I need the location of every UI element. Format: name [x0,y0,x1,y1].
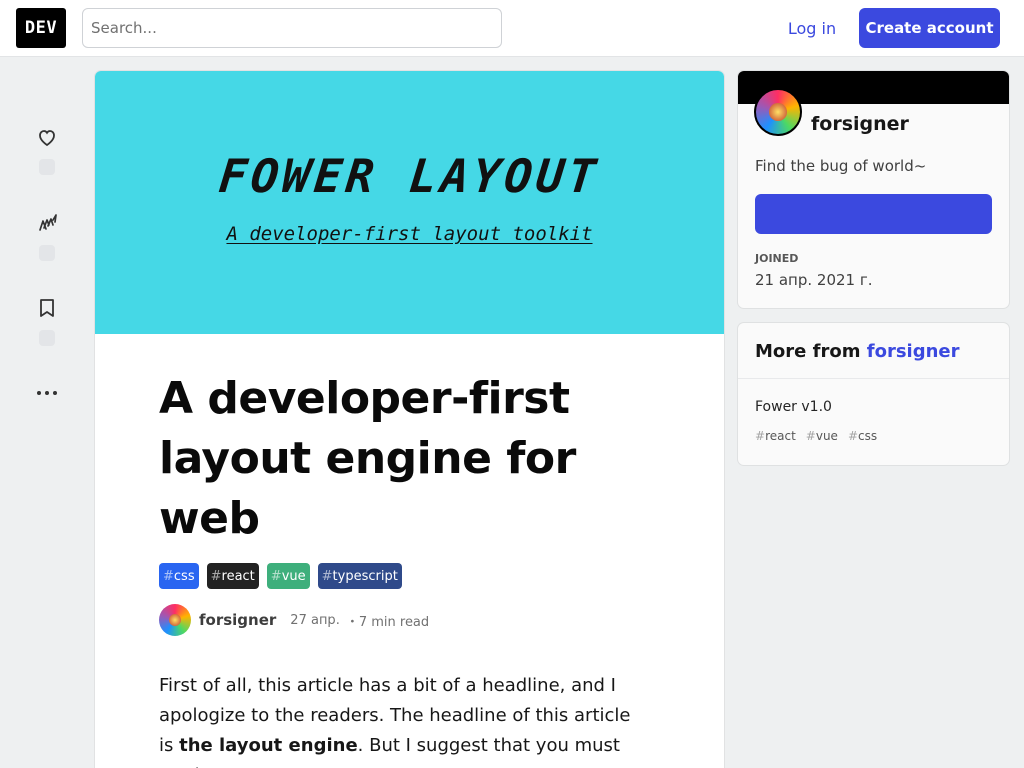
more-tag-react[interactable]: #react [755,429,796,443]
author-name[interactable]: forsigner [199,611,276,629]
cover-subtitle: A developer-first layout toolkit [226,223,593,245]
more-from-author-link[interactable]: forsigner [867,341,960,362]
unicorn-icon[interactable] [33,209,61,237]
more-tag-vue[interactable]: #vue [806,429,838,443]
follow-button[interactable] [755,194,992,234]
cover-image: FOWER LAYOUT A developer-first layout to… [95,71,724,334]
joined-label: Joined [755,252,799,265]
dev-logo[interactable]: DEV [16,8,66,48]
tag-css[interactable]: # css [159,563,199,589]
tag-vue[interactable]: # vue [266,563,310,589]
bookmark-icon[interactable] [33,294,61,322]
unicorn-count-placeholder [39,245,55,261]
article-body: First of all, this article has a bit of … [159,675,631,768]
author-avatar[interactable] [159,604,191,636]
publish-date: 27 апр. [290,612,340,628]
create-account-button[interactable]: Create account [859,8,1000,48]
bookmark-count-placeholder [39,330,55,346]
more-from-heading: More from forsigner [738,323,1009,379]
article-byline: forsigner 27 апр. ・7 min read [159,604,429,636]
profile-avatar[interactable] [754,88,802,136]
heart-icon[interactable] [33,123,61,151]
top-navigation-bar: DEV Log in Create account [0,0,1024,57]
profile-bio: Find the bug of world~ [755,157,927,175]
tag-typescript[interactable]: # typescript [317,563,402,589]
cover-title: FOWER LAYOUT [216,149,603,203]
more-item-tags: #react #vue #css [755,429,877,443]
heart-count-placeholder [39,159,55,175]
login-link[interactable]: Log in [778,8,846,48]
more-item-title[interactable]: Fower v1.0 [755,399,832,415]
reaction-bookmark[interactable] [27,294,67,346]
read-time: ・7 min read [345,614,430,630]
more-options-icon[interactable] [32,382,62,404]
reaction-heart[interactable] [27,123,67,175]
article-title: A developer-first layout engine for web [159,373,576,544]
author-profile-card: forsigner Find the bug of world~ Joined … [738,71,1009,308]
article-tags: # css # react # vue # typescript [159,563,402,589]
profile-name[interactable]: forsigner [811,113,909,135]
more-from-author-card: More from forsigner Fower v1.0 #react #v… [738,323,1009,465]
article-card: FOWER LAYOUT A developer-first layout to… [95,71,724,768]
joined-date: 21 апр. 2021 г. [755,271,873,289]
search-input[interactable] [82,8,502,48]
more-tag-css[interactable]: #css [848,429,877,443]
tag-react[interactable]: # react [206,563,259,589]
reaction-unicorn[interactable] [27,209,67,261]
